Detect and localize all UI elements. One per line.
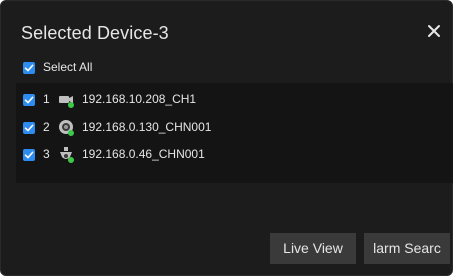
- device-list: 1 192.168.10.208_CH1 2 192.168.0.130_CHN…: [16, 83, 453, 183]
- close-icon[interactable]: [423, 20, 445, 42]
- select-all-row[interactable]: Select All: [23, 60, 223, 76]
- alarm-search-button[interactable]: larm Searc: [364, 233, 450, 264]
- device-row[interactable]: 2 192.168.0.130_CHN001: [16, 115, 453, 141]
- device-label: 192.168.0.130_CHN001: [82, 120, 212, 134]
- checkmark-icon: [24, 96, 34, 104]
- dome-camera-icon: [58, 119, 76, 137]
- device-row[interactable]: 3 192.168.0.46_CHN001: [16, 142, 453, 168]
- selected-device-dialog: Selected Device-3 Select All 1 192.168.1…: [0, 0, 453, 276]
- device-checkbox[interactable]: [23, 149, 35, 161]
- speed-dome-icon: [58, 146, 76, 164]
- live-view-button[interactable]: Live View: [270, 233, 356, 264]
- checkmark-icon: [24, 151, 34, 159]
- device-label: 192.168.0.46_CHN001: [82, 147, 205, 161]
- device-checkbox[interactable]: [23, 122, 35, 134]
- select-all-label: Select All: [43, 60, 93, 74]
- checkmark-icon: [24, 124, 34, 132]
- camera-online-icon: [58, 91, 76, 109]
- device-index: 3: [43, 147, 50, 161]
- device-index: 1: [43, 92, 50, 106]
- device-row[interactable]: 1 192.168.10.208_CH1: [16, 87, 453, 113]
- checkmark-icon: [24, 64, 34, 72]
- device-checkbox[interactable]: [23, 94, 35, 106]
- dialog-title: Selected Device-3: [21, 23, 169, 43]
- select-all-checkbox[interactable]: [23, 62, 35, 74]
- device-label: 192.168.10.208_CH1: [82, 92, 197, 106]
- device-index: 2: [43, 120, 50, 134]
